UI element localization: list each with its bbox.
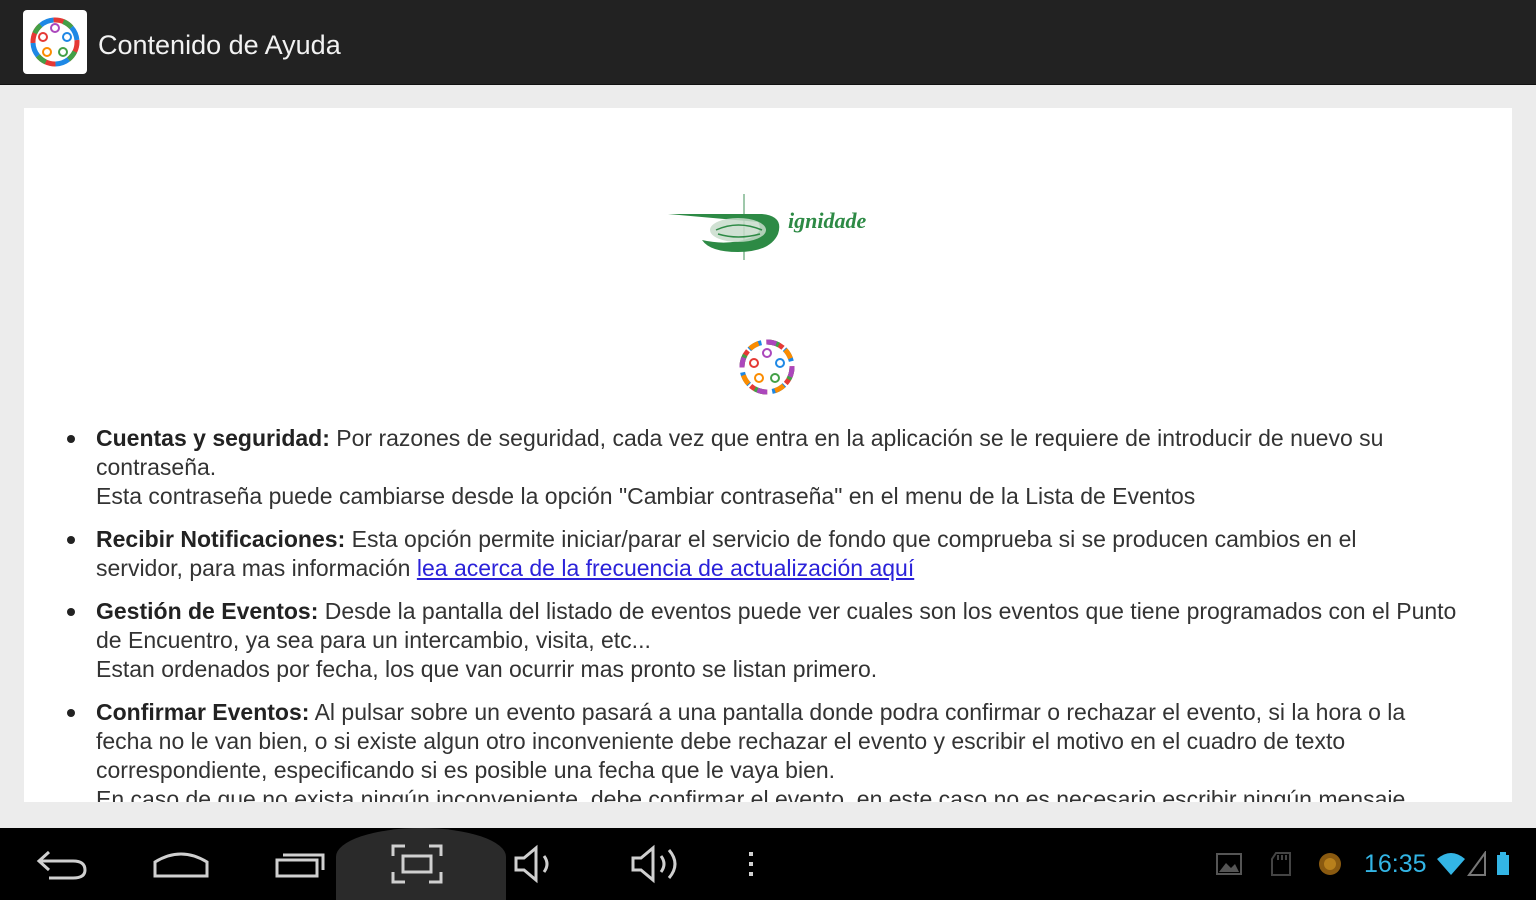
screenshot-button[interactable] <box>382 828 452 900</box>
notification-icon <box>1316 828 1344 900</box>
help-item-title: Recibir Notificaciones: <box>96 526 346 552</box>
help-item-text: En caso de que no exista ningún inconven… <box>96 786 1406 802</box>
status-clock: 16:35 <box>1364 850 1427 878</box>
help-item-text: Por razones de seguridad, cada vez que e… <box>336 425 1384 451</box>
help-item-notifications: Recibir Notificaciones: Esta opción perm… <box>67 525 1496 583</box>
help-item-accounts: Cuentas y seguridad: Por razones de segu… <box>67 424 1496 511</box>
dignidade-wordmark: ignidade <box>788 208 866 233</box>
help-item-text: Estan ordenados por fecha, los que van o… <box>96 656 878 682</box>
help-item-text: Desde la pantalla del listado de eventos… <box>324 598 1457 624</box>
volume-down-icon <box>514 844 549 884</box>
help-item-title: Gestión de Eventos: <box>96 598 319 624</box>
bullet-icon <box>67 608 75 616</box>
menu-icon <box>749 852 753 876</box>
gallery-icon <box>1214 828 1244 900</box>
help-item-text: de Encuentro, ya sea para un intercambio… <box>96 627 651 653</box>
home-icon <box>153 852 209 878</box>
sd-card-icon <box>1268 828 1294 900</box>
signal-icon <box>1466 828 1488 900</box>
bullet-icon <box>67 435 75 443</box>
help-item-text: Esta contraseña puede cambiarse desde la… <box>96 483 1196 509</box>
window-title: Contenido de Ayuda <box>98 30 341 60</box>
help-item-text: correspondiente, especificando si es pos… <box>96 757 836 783</box>
recent-apps-button[interactable] <box>266 828 336 900</box>
help-item-text: Esta opción permite iniciar/parar el ser… <box>351 526 1357 552</box>
help-item-text: contraseña. <box>96 454 217 480</box>
home-button[interactable] <box>146 828 216 900</box>
volume-up-icon <box>631 844 677 884</box>
navigation-bar: 16:35 <box>0 828 1536 900</box>
bullet-icon <box>67 709 75 717</box>
volume-down-button[interactable] <box>500 828 570 900</box>
back-icon <box>36 850 87 880</box>
help-list: Cuentas y seguridad: Por razones de segu… <box>24 424 1512 802</box>
battery-icon <box>1492 828 1514 900</box>
update-frequency-link[interactable]: lea acerca de la frecuencia de actualiza… <box>417 555 914 581</box>
help-item-title: Cuentas y seguridad: <box>96 425 330 451</box>
screenshot-icon <box>391 844 443 884</box>
help-item-confirm: Confirmar Eventos: Al pulsar sobre un ev… <box>67 698 1496 802</box>
help-item-text: servidor, para mas información <box>96 555 411 581</box>
circle-logo-icon <box>736 336 798 398</box>
app-logo-icon[interactable] <box>23 10 87 74</box>
recent-apps-icon <box>275 853 325 878</box>
menu-button[interactable] <box>738 828 764 900</box>
volume-up-button[interactable] <box>622 828 692 900</box>
help-item-title: Confirmar Eventos: <box>96 699 310 725</box>
wifi-icon <box>1434 828 1468 900</box>
help-item-text: fecha no le van bien, o si existe algun … <box>96 728 1346 754</box>
help-item-events: Gestión de Eventos: Desde la pantalla de… <box>67 597 1496 684</box>
help-item-text: Al pulsar sobre un evento pasará a una p… <box>314 699 1406 725</box>
back-button[interactable] <box>26 828 96 900</box>
help-content: ignidade Cuentas y seguridad: Por razone… <box>24 108 1512 802</box>
dignidade-logo: ignidade <box>666 190 886 262</box>
bullet-icon <box>67 536 75 544</box>
action-bar: Contenido de Ayuda <box>0 0 1536 85</box>
